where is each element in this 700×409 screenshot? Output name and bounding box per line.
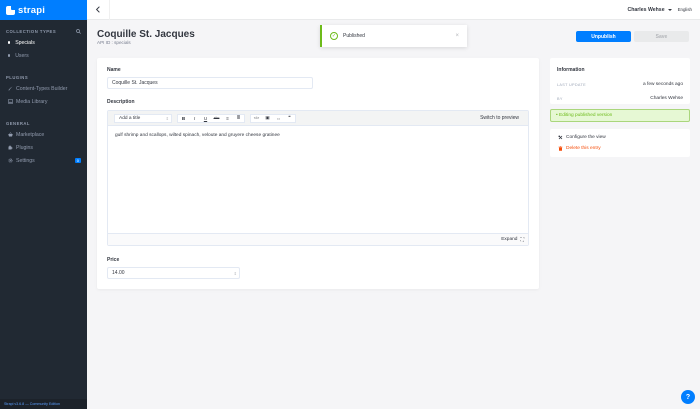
check-circle-icon: ✓ — [330, 32, 338, 40]
sidebar-item-settings[interactable]: Settings 0 — [6, 154, 81, 167]
description-editor: Add a title B I U abc ≡ ≣ </> ▣ ⇔ ❝ Swit… — [107, 110, 529, 246]
bulleted-list-button[interactable]: ≡ — [222, 115, 233, 122]
brand-header[interactable]: strapi — [0, 0, 87, 20]
trash-icon — [557, 146, 564, 151]
gear-icon — [6, 158, 14, 163]
close-icon[interactable]: × — [455, 33, 459, 39]
price-input[interactable]: 14.00 ⇕ — [107, 267, 240, 279]
editor-toolbar: Add a title B I U abc ≡ ≣ </> ▣ ⇔ ❝ Swit… — [108, 111, 528, 126]
information-panel: Information Last update a few seconds ag… — [550, 58, 690, 104]
sidebar-item-label: Users — [15, 52, 29, 59]
cog-icon — [557, 135, 564, 140]
link-button[interactable]: ⇔ — [273, 115, 284, 122]
last-update-value: a few seconds ago — [642, 82, 683, 87]
language-selector[interactable]: English — [678, 7, 692, 12]
editor-footer: Expand ⛶ — [108, 233, 528, 245]
sidebar-item-label: Content-Types Builder — [16, 85, 68, 92]
search-icon[interactable] — [76, 28, 81, 34]
number-stepper-icon[interactable]: ⇕ — [234, 271, 237, 276]
information-title: Information — [557, 67, 585, 73]
sidebar-item-label: Media Library — [16, 98, 48, 105]
sidebar-item-plugins[interactable]: Plugins — [6, 141, 81, 154]
edit-form-card: Name Coquille St. Jacques Description Ad… — [97, 58, 539, 289]
sidebar-item-marketplace[interactable]: Marketplace — [6, 128, 81, 141]
sidebar-item-content-types-builder[interactable]: Content-Types Builder — [6, 82, 81, 95]
price-value: 14.00 — [112, 270, 125, 276]
name-input[interactable]: Coquille St. Jacques — [107, 77, 313, 89]
paint-brush-icon — [6, 86, 14, 91]
save-button[interactable]: Save — [634, 31, 689, 42]
collection-types-section: Collection Types Specials Users — [0, 26, 87, 62]
general-section: General Marketplace Plugins Settings 0 — [0, 118, 87, 167]
collection-types-label: Collection Types — [6, 28, 57, 34]
notification-text: Published — [343, 33, 365, 39]
help-button[interactable]: ? — [681, 390, 695, 404]
shopping-basket-icon — [6, 132, 14, 137]
image-button[interactable]: ▣ — [262, 115, 273, 122]
bullet-icon — [8, 41, 11, 44]
code-button[interactable]: </> — [251, 115, 262, 122]
puzzle-piece-icon — [6, 145, 14, 150]
plugins-section: Plugins Content-Types Builder Media Libr… — [0, 72, 87, 108]
version-text: Strapi v3.6.8 — [4, 402, 25, 406]
api-id: API ID : specials — [97, 40, 131, 45]
strikethrough-button[interactable]: abc — [211, 115, 222, 122]
chevron-left-icon — [95, 6, 100, 13]
author-value: Charles Wehse — [650, 96, 683, 101]
topbar: Charles Wehse English — [87, 0, 700, 20]
delete-entry-label: Delete this entry — [566, 146, 601, 151]
sidebar-item-label: Marketplace — [16, 131, 45, 138]
author-key: By — [557, 96, 563, 101]
insert-button-group: </> ▣ ⇔ ❝ — [250, 113, 296, 123]
name-label: Name — [107, 67, 121, 73]
description-label: Description — [107, 99, 135, 105]
version-footer: Strapi v3.6.8 — Community Edition — [0, 399, 87, 409]
bullet-icon — [8, 54, 11, 57]
published-notification: ✓ Published × — [320, 25, 467, 47]
sidebar-item-specials[interactable]: Specials — [6, 36, 81, 49]
collection-types-heading: Collection Types — [6, 26, 81, 36]
back-button[interactable] — [87, 0, 110, 20]
italic-button[interactable]: I — [189, 115, 200, 122]
configure-view-label: Configure the view — [566, 135, 606, 140]
editing-published-version-badge: • Editing published version — [550, 109, 690, 122]
user-menu[interactable]: Charles Wehse English — [627, 7, 700, 13]
plugins-heading: Plugins — [6, 72, 81, 82]
delete-entry-link[interactable]: Delete this entry — [557, 143, 683, 154]
brand-name: strapi — [18, 4, 46, 16]
edition-text: — Community Edition — [25, 402, 60, 406]
description-textarea[interactable]: gulf shrimp and scallops, wilted spinach… — [108, 126, 528, 145]
configure-view-link[interactable]: Configure the view — [557, 132, 683, 143]
switch-preview-button[interactable]: Switch to preview — [480, 115, 519, 121]
sidebar-item-users[interactable]: Users — [6, 49, 81, 62]
expand-icon[interactable]: ⛶ — [520, 237, 524, 243]
page-title: Coquille St. Jacques — [97, 29, 195, 40]
last-update-row: Last update a few seconds ago — [557, 81, 683, 88]
caret-down-icon — [667, 8, 672, 11]
unpublish-button[interactable]: Unpublish — [576, 31, 631, 42]
settings-badge: 0 — [74, 158, 81, 163]
plugins-label: Plugins — [6, 74, 29, 80]
sidebar-item-label: Settings — [16, 157, 35, 164]
sidebar-item-media-library[interactable]: Media Library — [6, 95, 81, 108]
strapi-logo-icon — [6, 5, 15, 15]
general-heading: General — [6, 118, 81, 128]
heading-select[interactable]: Add a title — [114, 113, 172, 123]
price-label: Price — [107, 257, 120, 263]
sidebar-item-label: Plugins — [16, 144, 34, 151]
entry-actions-panel: Configure the view Delete this entry — [550, 129, 690, 157]
author-row: By Charles Wehse — [557, 95, 683, 102]
bold-button[interactable]: B — [178, 115, 189, 122]
last-update-key: Last update — [557, 82, 586, 87]
format-button-group: B I U abc ≡ ≣ — [177, 113, 245, 123]
underline-button[interactable]: U — [200, 115, 211, 122]
sidebar-item-label: Specials — [15, 39, 35, 46]
expand-button[interactable]: Expand — [501, 237, 517, 242]
sidebar: strapi Collection Types Specials Users P… — [0, 0, 87, 409]
user-name: Charles Wehse — [627, 6, 665, 13]
quote-button[interactable]: ❝ — [284, 115, 295, 122]
image-icon — [6, 99, 14, 104]
general-label: General — [6, 120, 30, 126]
numbered-list-button[interactable]: ≣ — [233, 115, 244, 122]
